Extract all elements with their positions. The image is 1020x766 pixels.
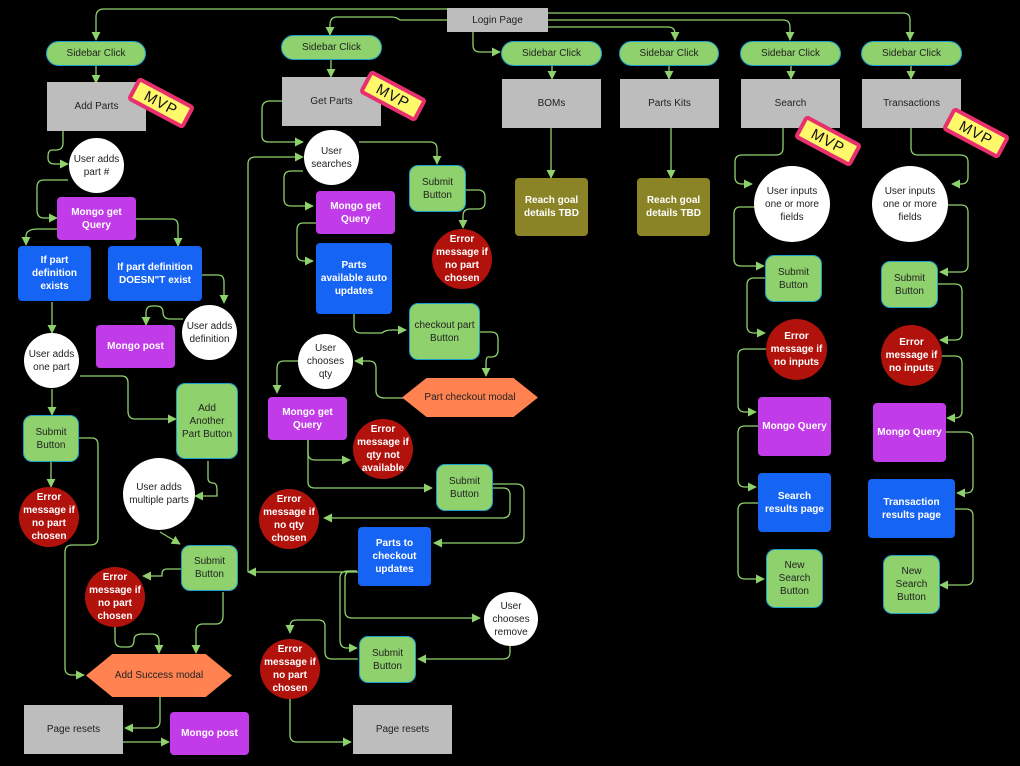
edge-mongo2-errqty bbox=[307, 440, 351, 465]
edge-mongo1-avail bbox=[296, 222, 316, 266]
sidebar-click-get-parts: Sidebar Click bbox=[281, 35, 382, 60]
edge-submit-err bbox=[746, 277, 766, 338]
edge-addparts-useradds bbox=[47, 131, 69, 169]
edge-useradddef-mongopost bbox=[141, 305, 183, 326]
transactions-new-search-button: New Search Button bbox=[883, 555, 940, 614]
transactions-submit-button: Submit Button bbox=[881, 261, 938, 308]
get-submit-button-3: Submit Button bbox=[359, 636, 416, 683]
edge-usersearch-mongo1 bbox=[283, 170, 314, 211]
search-new-search-button: New Search Button bbox=[766, 549, 823, 608]
transactions-error-no-inputs: Error message if no inputs bbox=[881, 325, 942, 386]
edge-login-sb2 bbox=[325, 16, 447, 36]
parts-kits-reach-goal-tbd: Reach goal details TBD bbox=[637, 178, 710, 236]
get-mongo-get-query-1: Mongo get Query bbox=[316, 191, 395, 234]
edge-checkout-modal bbox=[480, 331, 499, 377]
add-submit-button-2: Submit Button bbox=[181, 545, 238, 591]
add-error-no-part-2: Error message if no part chosen bbox=[85, 567, 145, 627]
sidebar-click-add-parts: Sidebar Click bbox=[46, 41, 146, 66]
edge-remove-submit3 bbox=[417, 646, 511, 664]
add-mongo-get-query: Mongo get Query bbox=[57, 197, 136, 240]
sidebar-click-parts-kits: Sidebar Click bbox=[619, 41, 719, 66]
part-checkout-modal: Part checkout modal bbox=[402, 378, 538, 417]
edge-login-sb3 bbox=[472, 31, 501, 57]
if-part-definition-not-exists: If part definition DOESN"T exist bbox=[108, 246, 202, 301]
edge-oneuser-addanother bbox=[80, 375, 177, 424]
edge-login-sb5 bbox=[548, 19, 795, 41]
edge-qty-mongo2 bbox=[272, 360, 298, 394]
transactions-mongo-query: Mongo Query bbox=[873, 403, 946, 462]
error-no-qty-chosen: Error message if no qty chosen bbox=[259, 489, 319, 549]
add-mongo-post-definition: Mongo post bbox=[96, 325, 175, 368]
parts-available-auto-updates: Parts available auto updates bbox=[316, 243, 392, 314]
sidebar-click-transactions: Sidebar Click bbox=[861, 41, 962, 66]
search-submit-button: Submit Button bbox=[765, 255, 822, 302]
edge-submit2-err2 bbox=[142, 568, 181, 581]
sidebar-click-boms: Sidebar Click bbox=[501, 41, 602, 66]
edge-modal-reset bbox=[124, 694, 161, 733]
get-error-no-part-1: Error message if no part chosen bbox=[432, 229, 492, 289]
edge-tsubmit-err bbox=[938, 283, 963, 345]
edge-mongoget-ifnot bbox=[136, 218, 183, 247]
get-mongo-get-query-2: Mongo get Query bbox=[268, 397, 347, 440]
error-qty-not-available: Error message if qty not available bbox=[353, 419, 413, 479]
user-adds-multiple-parts: User adds multiple parts bbox=[123, 458, 195, 530]
add-mongo-post: Mongo post bbox=[170, 712, 249, 755]
if-part-definition-exists: If part definition exists bbox=[18, 246, 91, 301]
edge-addanother-multi bbox=[194, 461, 218, 501]
edge-usersearch-submit1 bbox=[359, 141, 442, 165]
user-chooses-remove: User chooses remove bbox=[484, 592, 538, 646]
sidebar-click-search: Sidebar Click bbox=[740, 41, 841, 66]
edge-partscheckout-submit3 bbox=[339, 570, 358, 653]
get-submit-button-2: Submit Button bbox=[436, 464, 493, 511]
get-page-resets: Page resets bbox=[353, 705, 452, 754]
search-results-page: Search results page bbox=[758, 473, 831, 532]
checkout-part-button: checkout part Button bbox=[409, 303, 480, 360]
edge-modal-qty bbox=[354, 356, 404, 399]
login-page: Login Page bbox=[447, 8, 548, 32]
parts-kits-page: Parts Kits bbox=[620, 79, 719, 128]
edge-err3-reset bbox=[289, 699, 352, 747]
edge-login-sb1 bbox=[91, 8, 447, 41]
add-success-modal: Add Success modal bbox=[86, 654, 232, 697]
transactions-user-inputs: User inputs one or more fields bbox=[872, 166, 948, 242]
parts-to-checkout-updates: Parts to checkout updates bbox=[358, 527, 431, 586]
search-user-inputs: User inputs one or more fields bbox=[754, 166, 830, 242]
boms-reach-goal-tbd: Reach goal details TBD bbox=[515, 178, 588, 236]
edge-mongo-results bbox=[737, 425, 758, 492]
edge-submit1-modal bbox=[64, 437, 99, 680]
user-searches: User searches bbox=[304, 130, 359, 185]
edge-mongoget-ifexists bbox=[21, 228, 57, 246]
search-page: Search bbox=[741, 79, 840, 128]
transaction-results-page: Transaction results page bbox=[868, 479, 955, 538]
get-error-no-part-3: Error message if no part chosen bbox=[260, 639, 320, 699]
add-error-no-part-1: Error message if no part chosen bbox=[19, 487, 79, 547]
edge-err2-modal bbox=[114, 627, 164, 654]
user-adds-one-part: User adds one part bbox=[24, 333, 79, 388]
user-chooses-qty: User chooses qty bbox=[298, 334, 353, 389]
edge-login-sb4 bbox=[548, 26, 680, 41]
add-another-part-button: Add Another Part Button bbox=[176, 383, 238, 459]
edge-submit1-err1g bbox=[458, 189, 486, 229]
search-error-no-inputs: Error message if no inputs bbox=[766, 319, 827, 380]
edge-ifnot-useradddef bbox=[202, 274, 229, 304]
edge-avail-checkout bbox=[353, 314, 407, 335]
user-adds-definition: User adds definition bbox=[182, 305, 237, 360]
user-adds-part-number: User adds part # bbox=[69, 138, 124, 193]
edge-submit2-modal bbox=[191, 592, 224, 654]
boms-page: BOMs bbox=[502, 79, 601, 128]
get-submit-button-1: Submit Button bbox=[409, 165, 466, 212]
search-mongo-query: Mongo Query bbox=[758, 397, 831, 456]
add-submit-button-1: Submit Button bbox=[23, 415, 79, 462]
add-page-resets: Page resets bbox=[24, 705, 123, 754]
edge-multi-submit2 bbox=[159, 531, 181, 545]
